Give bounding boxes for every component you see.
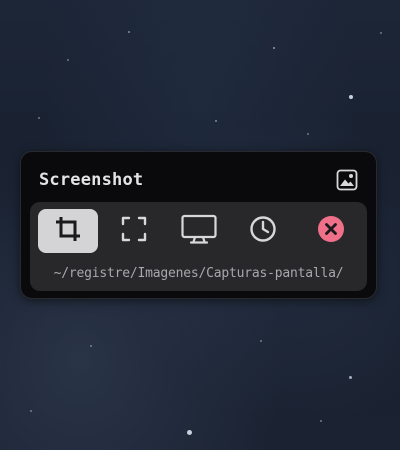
star bbox=[349, 376, 352, 379]
star bbox=[30, 410, 32, 412]
timer-button[interactable] bbox=[233, 209, 293, 253]
capture-toolbar bbox=[38, 209, 360, 253]
star bbox=[273, 47, 275, 49]
star bbox=[349, 95, 353, 99]
crop-icon bbox=[55, 216, 81, 246]
close-button[interactable] bbox=[301, 209, 361, 253]
monitor-icon bbox=[181, 214, 217, 248]
star bbox=[320, 420, 322, 422]
star bbox=[260, 340, 262, 342]
star bbox=[215, 120, 217, 122]
fullscreen-region-button[interactable] bbox=[104, 209, 164, 253]
image-gallery-icon[interactable] bbox=[335, 168, 359, 192]
capture-options-area: ~/registre/Imagenes/Capturas-pantalla/ bbox=[30, 202, 367, 291]
screenshot-panel: Screenshot ~/registre/Imagenes/Capturas-… bbox=[20, 151, 377, 299]
star bbox=[67, 59, 69, 61]
clock-icon bbox=[249, 215, 277, 247]
star bbox=[128, 31, 130, 33]
crop-button[interactable] bbox=[38, 209, 98, 253]
panel-title: Screenshot bbox=[39, 170, 144, 190]
star bbox=[307, 133, 309, 135]
save-path-label: ~/registre/Imagenes/Capturas-pantalla/ bbox=[53, 266, 344, 281]
star bbox=[38, 117, 40, 119]
screen-capture-button[interactable] bbox=[169, 209, 229, 253]
star bbox=[90, 345, 92, 347]
panel-header: Screenshot bbox=[21, 152, 376, 204]
star bbox=[380, 32, 382, 34]
fullscreen-icon bbox=[121, 216, 147, 246]
star bbox=[187, 430, 192, 435]
close-icon bbox=[317, 215, 345, 247]
